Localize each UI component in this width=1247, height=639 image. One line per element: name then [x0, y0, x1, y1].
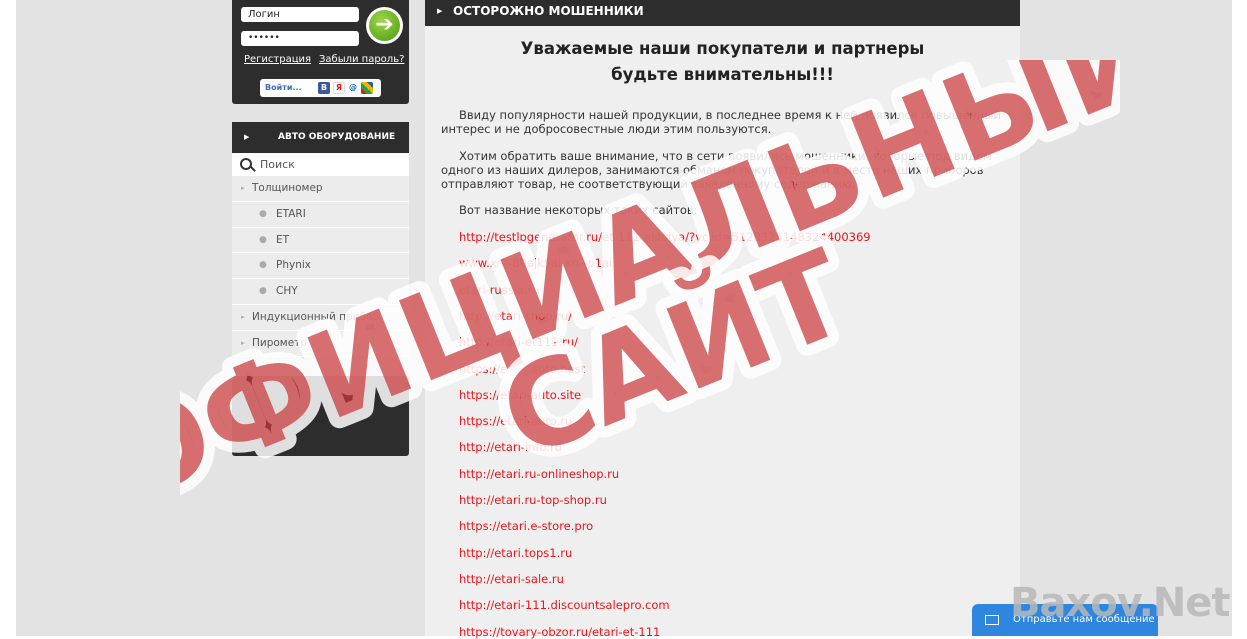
- fraud-site-link[interactable]: http://etari-et111.ru/: [459, 335, 578, 349]
- triangle-right-icon: ▸: [241, 312, 245, 321]
- fraud-site-link[interactable]: etari-russia.ru: [459, 283, 540, 297]
- catalog-item-label: ETARI: [276, 207, 306, 220]
- text-line: Ввиду популярности нашей продукции, в по…: [459, 108, 1001, 122]
- fraud-site-link[interactable]: www.xn--80ajk5ai.xn--p1ai: [459, 256, 612, 270]
- fraud-site-link[interactable]: http://testlpgenerator.ru/et-111-aktsiya…: [459, 230, 871, 244]
- forgot-password-link[interactable]: Забыли пароль?: [319, 54, 404, 65]
- catalog-item-label: CHY: [276, 285, 298, 298]
- catalog-item-label: ET: [276, 233, 290, 246]
- google-icon[interactable]: [361, 82, 373, 94]
- bullet-icon: ●: [259, 208, 267, 219]
- catalog-subitem[interactable]: ● ET: [232, 227, 409, 254]
- fraud-site-link[interactable]: http://etari-111.discountsalepro.com: [459, 598, 670, 612]
- text-line: Хотим обратить ваше внимание, что в сети…: [459, 149, 992, 163]
- text-line: отправляют товар, не соответствующий зая…: [441, 177, 856, 191]
- fraud-site-link[interactable]: http://etari-sale.ru: [459, 572, 564, 586]
- section-title: ОСТОРОЖНО МОШЕННИКИ: [453, 4, 644, 18]
- triangle-right-icon: ▶: [244, 133, 250, 141]
- section-header: ▶ ОСТОРОЖНО МОШЕННИКИ: [425, 0, 1020, 26]
- headline-line1: Уважаемые наши покупатели и партнеры: [520, 39, 925, 58]
- arrow-right-icon: ➔: [369, 10, 400, 41]
- triangle-right-icon: ▸: [241, 184, 245, 192]
- triangle-right-icon: ▶: [437, 7, 443, 15]
- fraud-site-link[interactable]: http://etari.ru-onlineshop.ru: [459, 467, 619, 481]
- warning-paragraph: Хотим обратить ваше внимание, что в сети…: [441, 149, 1001, 191]
- sites-intro: Вот название некоторых таких сайтов:: [459, 203, 698, 217]
- catalog-item[interactable]: ▸ Индукционный прибор: [232, 304, 409, 331]
- fraud-site-link[interactable]: http://etari-info.ru: [459, 440, 562, 454]
- promo-block: [232, 376, 409, 456]
- login-field[interactable]: Логин: [241, 7, 359, 22]
- catalog-search[interactable]: Поиск: [232, 153, 409, 176]
- catalog-item-label: Индукционный прибор: [252, 310, 380, 323]
- vk-icon[interactable]: В: [318, 82, 330, 94]
- main-content: ▶ ОСТОРОЖНО МОШЕННИКИ Уважаемые наши пок…: [425, 0, 1020, 639]
- headline-line2: будьте внимательны!!!: [611, 65, 834, 84]
- catalog-item-label: Phynix: [276, 259, 311, 272]
- catalog-menu: ▶ АВТО ОБОРУДОВАНИЕ Поиск ▸ Толщиномер ● E…: [232, 122, 409, 357]
- catalog-item-label: Толщиномер: [252, 182, 323, 194]
- fraud-site-link[interactable]: https://etari-auto.host: [459, 362, 585, 376]
- fraud-site-link[interactable]: https://etari.e-store.pro: [459, 519, 593, 533]
- mailru-icon[interactable]: @: [347, 82, 359, 94]
- catalog-subitem[interactable]: ● ETARI: [232, 201, 409, 228]
- brand-watermark: Baxov.Net: [1010, 580, 1230, 626]
- fraud-site-link[interactable]: https://tovary-obzor.ru/etari-et-111: [459, 625, 660, 639]
- bullet-icon: ●: [259, 234, 267, 245]
- fraud-site-link[interactable]: http://etari-shop.ru/: [459, 309, 572, 323]
- catalog-subitem[interactable]: ● CHY: [232, 279, 409, 305]
- catalog-title: АВТО ОБОРУДОВАНИЕ: [278, 132, 396, 142]
- catalog-subitem[interactable]: ● Phynix: [232, 253, 409, 280]
- social-enter-label[interactable]: Войти...: [265, 79, 302, 97]
- bullet-icon: ●: [259, 286, 267, 297]
- catalog-item-label: Пирометр: [252, 336, 307, 349]
- catalog-item[interactable]: ▸ Толщиномер: [232, 176, 409, 202]
- social-login-bar[interactable]: Войти... В Я @: [260, 79, 381, 97]
- intro-paragraph: Ввиду популярности нашей продукции, в по…: [441, 108, 1001, 136]
- envelope-icon: [985, 615, 999, 625]
- fraud-site-link[interactable]: https://etari-auto.ru: [459, 414, 572, 428]
- catalog-item[interactable]: ▸ Пирометр: [232, 330, 409, 357]
- fraud-site-link[interactable]: https://etari-auto.site: [459, 388, 581, 402]
- search-input[interactable]: Поиск: [260, 153, 295, 176]
- bullet-icon: ●: [259, 260, 267, 271]
- password-field[interactable]: ••••••: [241, 31, 359, 46]
- fraud-site-link[interactable]: http://etari.ru-top-shop.ru: [459, 493, 607, 507]
- login-submit-button[interactable]: ➔: [366, 7, 403, 44]
- fraud-site-link[interactable]: http://etari.tops1.ru: [459, 546, 572, 560]
- login-panel: Логин •••••• ➔ Регистрация Забыли пароль…: [232, 0, 409, 104]
- yandex-icon[interactable]: Я: [333, 82, 345, 94]
- register-link[interactable]: Регистрация: [244, 54, 311, 65]
- text-line: одного из наших дилеров, занимаются обма…: [441, 163, 984, 177]
- search-icon: [240, 158, 252, 170]
- catalog-header[interactable]: ▶ АВТО ОБОРУДОВАНИЕ: [232, 122, 409, 153]
- triangle-right-icon: ▸: [241, 338, 245, 347]
- text-line: интерес и не добросовестные люди этим по…: [441, 122, 772, 136]
